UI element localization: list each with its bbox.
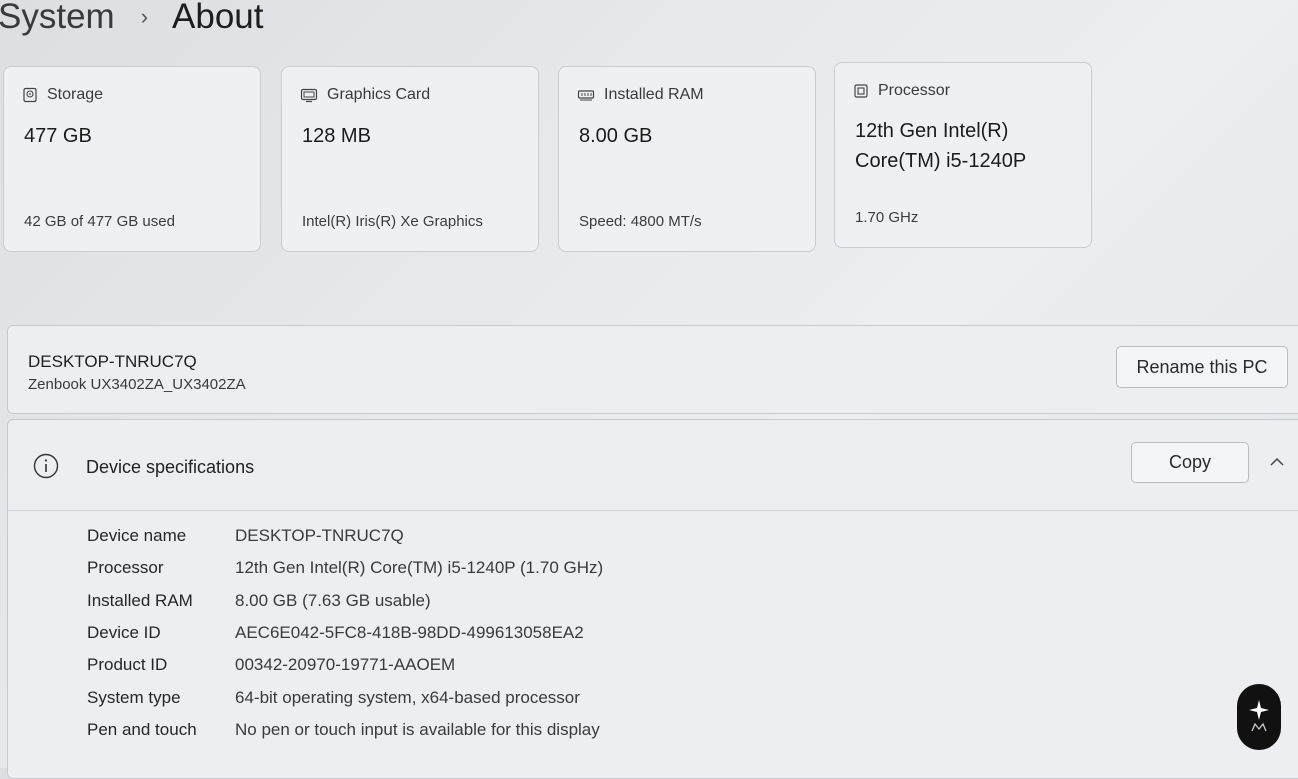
spec-key: Pen and touch (87, 720, 197, 739)
breadcrumb-system-link[interactable]: System (0, 0, 115, 37)
pc-model: Zenbook UX3402ZA_UX3402ZA (28, 376, 246, 393)
spec-key: Processor (87, 558, 164, 577)
storage-label: Storage (47, 86, 104, 103)
spec-value: 00342-20970-19771-AAOEM (235, 655, 456, 674)
spec-row-device-id: Device ID AEC6E042-5FC8-418B-98DD-499613… (87, 623, 584, 643)
gpu-icon (300, 88, 318, 103)
spec-row-processor: Processor 12th Gen Intel(R) Core(TM) i5-… (87, 558, 603, 578)
graphics-card: Graphics Card 128 MB Intel(R) Iris(R) Xe… (281, 66, 539, 252)
storage-icon (23, 87, 37, 103)
floating-assistant-button[interactable] (1237, 684, 1281, 750)
rename-pc-button[interactable]: Rename this PC (1116, 346, 1288, 388)
processor-label: Processor (878, 82, 951, 99)
spec-key: System type (87, 688, 181, 707)
spec-value: No pen or touch input is available for t… (235, 720, 600, 739)
device-specs-header[interactable]: Device specifications Copy (8, 420, 1298, 511)
processor-value: 12th Gen Intel(R) Core(TM) i5-1240P (855, 116, 1075, 176)
spec-value: 64-bit operating system, x64-based proce… (235, 688, 580, 707)
spec-row-product-id: Product ID 00342-20970-19771-AAOEM (87, 655, 455, 675)
ram-icon (577, 90, 595, 101)
graphics-value: 128 MB (302, 125, 371, 147)
spec-row-installed-ram: Installed RAM 8.00 GB (7.63 GB usable) (87, 591, 431, 611)
spec-value: 12th Gen Intel(R) Core(TM) i5-1240P (1.7… (235, 558, 604, 577)
spec-key: Installed RAM (87, 591, 193, 610)
spec-key: Device name (87, 526, 187, 545)
graphics-detail: Intel(R) Iris(R) Xe Graphics (302, 213, 483, 230)
chevron-right-icon: › (140, 4, 149, 29)
cpu-icon (854, 84, 868, 98)
processor-card: Processor 12th Gen Intel(R) Core(TM) i5-… (834, 62, 1092, 248)
ram-label: Installed RAM (604, 86, 704, 103)
processor-value-line1: 12th Gen Intel(R) (855, 120, 1009, 142)
spec-value: DESKTOP-TNRUC7Q (235, 526, 404, 545)
spec-value: AEC6E042-5FC8-418B-98DD-499613058EA2 (235, 623, 584, 642)
ram-card: Installed RAM 8.00 GB Speed: 4800 MT/s (558, 66, 816, 252)
spec-value: 8.00 GB (7.63 GB usable) (235, 591, 431, 610)
spec-row-device-name: Device name DESKTOP-TNRUC7Q (87, 526, 404, 546)
spec-row-system-type: System type 64-bit operating system, x64… (87, 688, 580, 708)
storage-detail: 42 GB of 477 GB used (24, 213, 175, 230)
info-icon (33, 453, 59, 479)
copy-button[interactable]: Copy (1131, 442, 1249, 483)
spec-key: Device ID (87, 623, 161, 642)
page-title: About (172, 0, 264, 36)
ram-detail: Speed: 4800 MT/s (579, 213, 702, 230)
breadcrumb: System › About (0, 0, 264, 42)
storage-value: 477 GB (24, 125, 92, 147)
spec-key: Product ID (87, 655, 168, 674)
device-specs-title: Device specifications (86, 457, 255, 477)
processor-detail: 1.70 GHz (855, 209, 919, 226)
storage-card: Storage 477 GB 42 GB of 477 GB used (3, 66, 261, 252)
processor-value-line2: Core(TM) i5-1240P (855, 150, 1027, 172)
ram-value: 8.00 GB (579, 125, 653, 147)
pc-name: DESKTOP-TNRUC7Q (28, 352, 197, 371)
pc-name-panel: DESKTOP-TNRUC7Q Zenbook UX3402ZA_UX3402Z… (7, 325, 1298, 414)
graphics-label: Graphics Card (327, 86, 431, 103)
chevron-up-icon[interactable] (1269, 456, 1285, 468)
sparkle-icon (1249, 700, 1269, 732)
spec-row-pen-touch: Pen and touch No pen or touch input is a… (87, 720, 600, 740)
